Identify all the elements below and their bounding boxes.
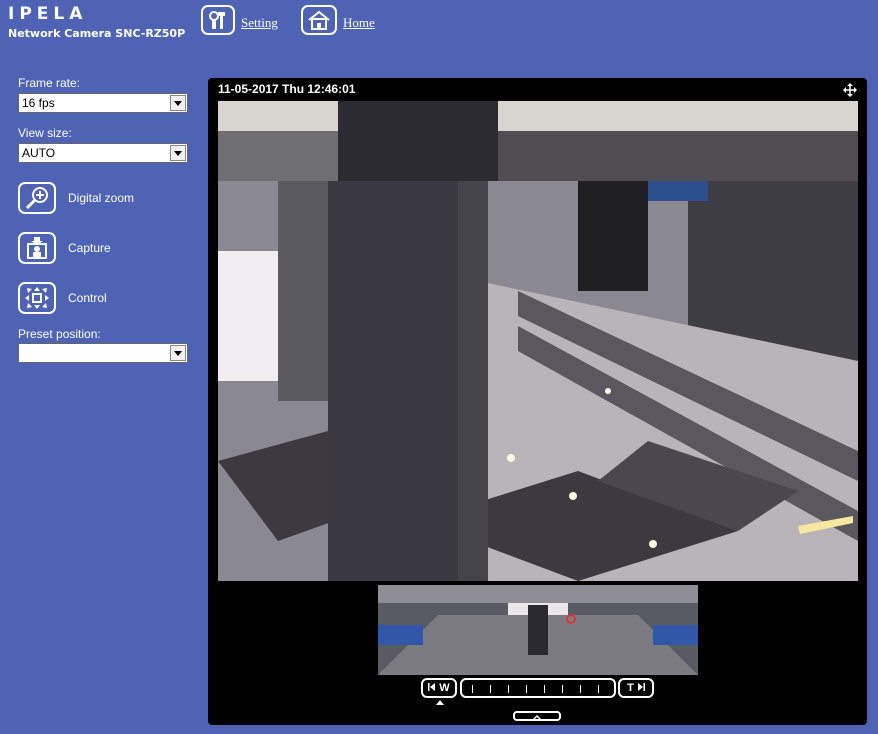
chevron-down-icon[interactable] xyxy=(170,345,186,361)
frame-rate-select[interactable]: 16 fps xyxy=(18,93,188,113)
zoom-bar: W T xyxy=(208,678,867,698)
zoom-wide-button[interactable]: W xyxy=(421,678,457,698)
camera-capture-icon[interactable] xyxy=(18,232,56,264)
tools-icon[interactable] xyxy=(201,5,235,35)
panorama-image[interactable] xyxy=(378,585,698,675)
home-icon[interactable] xyxy=(301,5,337,35)
control-button[interactable]: Control xyxy=(18,282,107,314)
home-link-label[interactable]: Home xyxy=(343,15,375,31)
magnifier-plus-icon[interactable] xyxy=(18,182,56,214)
view-size-select[interactable]: AUTO xyxy=(18,143,188,163)
zoom-wide-label: W xyxy=(439,682,450,694)
preset-position-label: Preset position: xyxy=(18,327,101,341)
preset-position-select[interactable] xyxy=(18,343,188,363)
camera-model: Network Camera SNC-RZ50P xyxy=(8,27,186,40)
collapse-panel-button[interactable] xyxy=(513,711,561,721)
chevron-up-icon xyxy=(532,707,542,725)
capture-button[interactable]: Capture xyxy=(18,232,111,264)
digital-zoom-button[interactable]: Digital zoom xyxy=(18,182,134,214)
zoom-tele-label: T xyxy=(627,682,634,694)
zoom-position-marker xyxy=(436,700,444,705)
chevron-down-icon[interactable] xyxy=(170,145,186,161)
setting-link-label[interactable]: Setting xyxy=(241,15,278,31)
pan-control-icon[interactable] xyxy=(18,282,56,314)
skip-forward-icon xyxy=(637,682,645,694)
view-size-value: AUTO xyxy=(22,146,56,160)
live-video-image[interactable] xyxy=(218,101,858,581)
skip-back-icon xyxy=(428,682,436,694)
control-label[interactable]: Control xyxy=(68,291,107,305)
camera-viewer: 11-05-2017 Thu 12:46:01 W T xyxy=(208,78,867,725)
capture-label[interactable]: Capture xyxy=(68,241,111,255)
frame-rate-value: 16 fps xyxy=(22,96,55,110)
digital-zoom-label[interactable]: Digital zoom xyxy=(68,191,134,205)
chevron-down-icon[interactable] xyxy=(170,95,186,111)
timestamp: 11-05-2017 Thu 12:46:01 xyxy=(218,82,356,96)
home-link[interactable]: Home xyxy=(301,5,375,35)
brand: IPELA Network Camera SNC-RZ50P xyxy=(8,4,186,41)
view-size-label: View size: xyxy=(18,126,72,140)
frame-rate-label: Frame rate: xyxy=(18,76,81,90)
zoom-tele-button[interactable]: T xyxy=(618,678,654,698)
brand-logo: IPELA xyxy=(8,4,88,24)
move-icon[interactable] xyxy=(843,83,857,102)
setting-link[interactable]: Setting xyxy=(201,5,278,35)
zoom-slider[interactable] xyxy=(460,678,616,698)
